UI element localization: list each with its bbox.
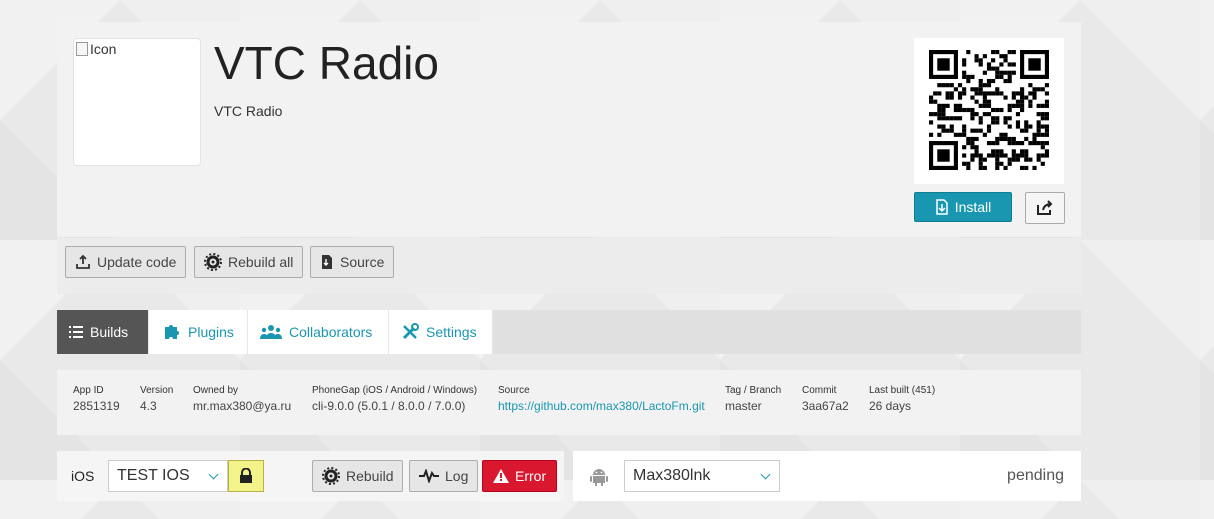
users-icon	[260, 325, 282, 339]
tab-collaborators[interactable]: Collaborators	[248, 310, 389, 354]
info-label: Tag / Branch	[725, 385, 782, 396]
info-app-id: App ID 2851319	[73, 385, 120, 413]
tools-icon	[402, 323, 419, 340]
action-bar: Update code Rebuild all Source	[57, 238, 1081, 294]
android-build-row: Max380lnk pending	[573, 451, 1081, 501]
info-value: 2851319	[73, 399, 120, 413]
list-icon	[69, 326, 83, 338]
platform-label-ios: iOS	[71, 468, 95, 484]
info-owner: Owned by mr.max380@ya.ru	[193, 385, 291, 413]
ios-rebuild-button[interactable]: Rebuild	[312, 460, 404, 492]
icon-alt-text: Icon	[90, 41, 117, 57]
tab-settings-label: Settings	[426, 324, 477, 340]
ios-key-value: TEST IOS	[117, 467, 190, 484]
tab-plugins[interactable]: Plugins	[149, 310, 248, 354]
tab-plugins-label: Plugins	[188, 324, 234, 340]
chevron-down-icon	[760, 469, 771, 480]
gear-icon	[204, 253, 222, 271]
info-value: master	[725, 399, 762, 413]
info-label: Owned by	[193, 385, 239, 396]
ios-key-select[interactable]: TEST IOS	[108, 460, 228, 492]
ios-error-label: Error	[515, 468, 547, 484]
source-button[interactable]: Source	[310, 246, 395, 278]
install-button[interactable]: Install	[914, 192, 1012, 222]
source-label: Source	[340, 254, 385, 270]
rebuild-all-label: Rebuild all	[228, 254, 294, 270]
info-label: PhoneGap (iOS / Android / Windows)	[312, 385, 478, 396]
info-value: cli-9.0.0 (5.0.1 / 8.0.0 / 7.0.0)	[312, 399, 466, 413]
info-source: Source https://github.com/max380/LactoFm…	[498, 385, 705, 413]
android-build-status: pending	[1007, 467, 1064, 484]
ios-build-row: iOS TEST IOS Rebuild Log Error	[57, 451, 564, 501]
ios-rebuild-label: Rebuild	[346, 468, 394, 484]
app-icon-alt: Icon	[76, 41, 116, 57]
tab-builds-label: Builds	[90, 324, 129, 340]
app-header: Icon VTC Radio VTC Radio Install	[57, 22, 1081, 237]
tab-bar: Builds Plugins Collaborators Settings	[57, 310, 1081, 354]
rebuild-all-button[interactable]: Rebuild all	[194, 246, 304, 278]
share-icon	[1037, 200, 1053, 215]
ios-log-label: Log	[445, 468, 469, 484]
broken-image-icon	[76, 42, 88, 56]
info-value: 4.3	[140, 399, 157, 413]
android-key-select[interactable]: Max380lnk	[624, 460, 780, 492]
tab-collaborators-label: Collaborators	[289, 324, 373, 340]
info-version: Version 4.3	[140, 385, 173, 413]
ios-log-button[interactable]: Log	[409, 460, 479, 492]
ios-lock-button[interactable]	[228, 460, 264, 492]
source-link[interactable]: https://github.com/max380/LactoFm.git	[498, 399, 705, 413]
info-label: Commit	[802, 385, 837, 396]
install-label: Install	[954, 199, 992, 215]
android-icon	[590, 469, 608, 486]
tab-builds[interactable]: Builds	[57, 310, 149, 354]
android-key-value: Max380lnk	[633, 467, 711, 484]
qr-code-icon	[929, 50, 1049, 170]
info-value: 26 days	[869, 399, 912, 413]
install-icon	[935, 199, 948, 215]
info-label: Last built (451)	[869, 385, 936, 396]
info-tag-branch: Tag / Branch master	[725, 385, 781, 413]
ios-error-button[interactable]: Error	[482, 460, 558, 492]
qr-code	[914, 38, 1064, 184]
info-commit: Commit 3aa67a2	[802, 385, 849, 413]
info-phonegap: PhoneGap (iOS / Android / Windows) cli-9…	[312, 385, 477, 413]
pulse-icon	[419, 469, 439, 483]
lock-icon	[240, 468, 252, 483]
puzzle-icon	[165, 325, 179, 339]
info-last-built: Last built (451) 26 days	[869, 385, 935, 413]
download-file-icon	[322, 255, 332, 269]
warning-icon	[493, 469, 509, 483]
update-code-button[interactable]: Update code	[65, 246, 187, 278]
update-code-label: Update code	[97, 254, 177, 270]
gear-icon	[322, 467, 340, 485]
upload-icon	[76, 254, 90, 269]
chevron-down-icon	[208, 469, 219, 480]
share-button[interactable]	[1025, 192, 1065, 224]
tab-settings[interactable]: Settings	[389, 310, 493, 354]
info-label: App ID	[73, 385, 104, 396]
info-value: mr.max380@ya.ru	[193, 399, 292, 413]
page-title: VTC Radio	[214, 37, 439, 89]
info-value: 3aa67a2	[802, 399, 849, 413]
info-label: Source	[498, 385, 530, 396]
app-subtitle: VTC Radio	[214, 103, 283, 119]
app-icon: Icon	[73, 38, 201, 166]
info-label: Version	[140, 385, 174, 396]
build-info: App ID 2851319 Version 4.3 Owned by mr.m…	[57, 370, 1081, 435]
